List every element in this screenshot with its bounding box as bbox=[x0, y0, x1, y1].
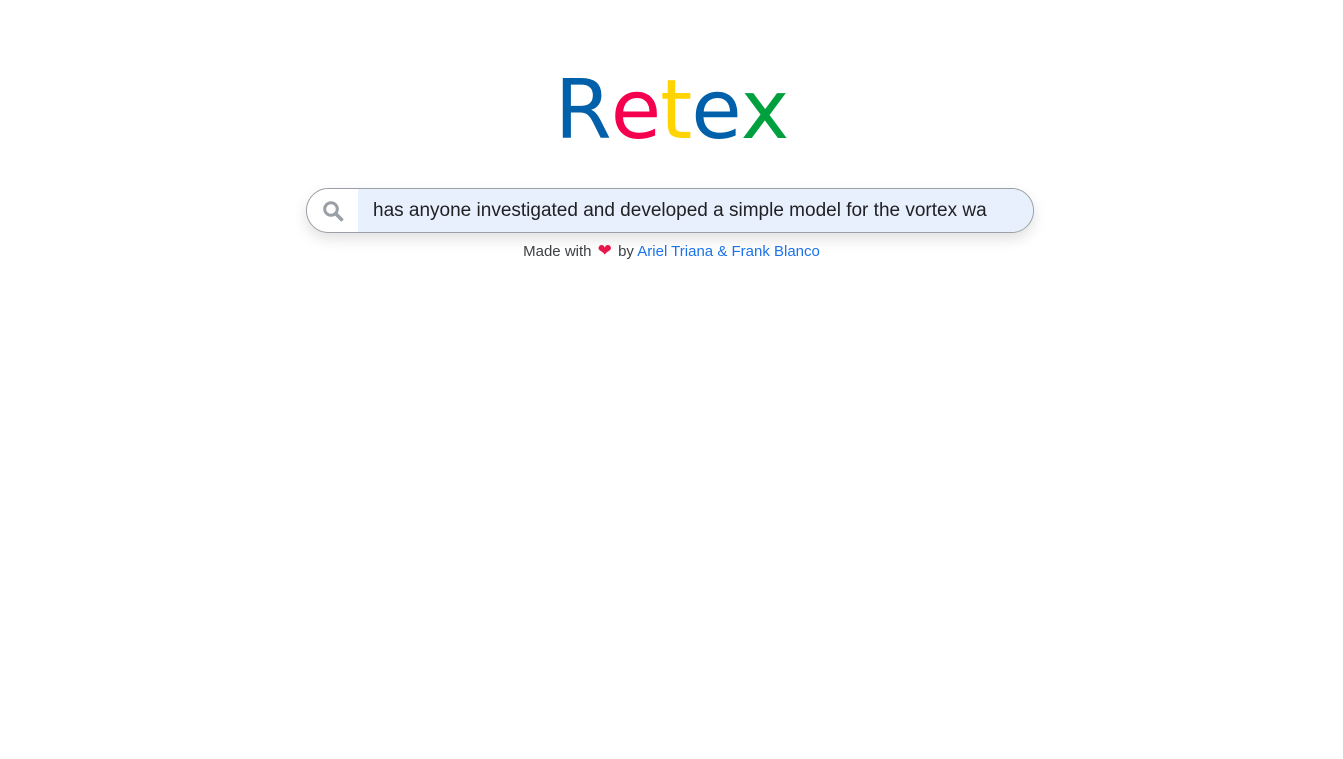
footer-credit: Made with ❤ by Ariel Triana & Frank Blan… bbox=[0, 241, 1343, 262]
heart-icon: ❤ bbox=[597, 241, 612, 260]
logo-letter-e2: e bbox=[691, 63, 741, 158]
search-icon-button[interactable] bbox=[307, 189, 358, 232]
logo-letter-x: x bbox=[740, 63, 790, 158]
page: Retex Made with ❤ by Ariel Triana & Fran… bbox=[0, 0, 1343, 759]
logo-letter-t: t bbox=[660, 63, 692, 158]
made-with-label: Made with bbox=[523, 243, 592, 260]
search-icon bbox=[322, 200, 343, 221]
search-bar bbox=[306, 188, 1034, 233]
authors-link[interactable]: Ariel Triana & Frank Blanco bbox=[637, 243, 820, 260]
logo-letter-e1: e bbox=[610, 63, 661, 158]
by-label: by bbox=[618, 243, 634, 260]
search-input[interactable] bbox=[358, 189, 1033, 232]
logo: Retex bbox=[0, 66, 1343, 156]
logo-letter-r: R bbox=[554, 63, 612, 158]
